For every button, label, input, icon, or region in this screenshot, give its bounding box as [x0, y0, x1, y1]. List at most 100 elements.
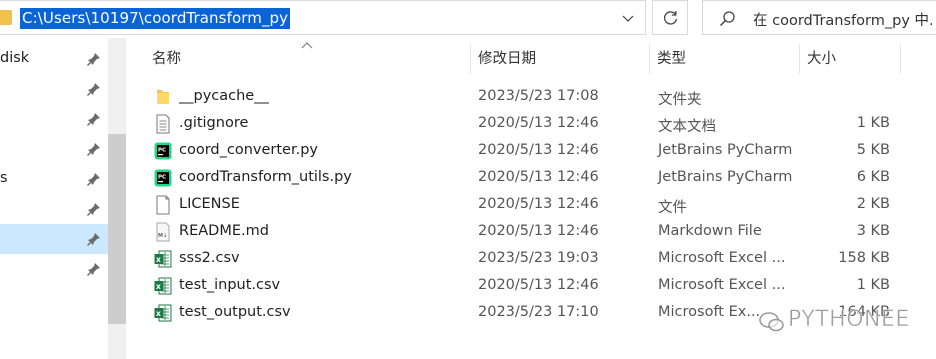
chevron-down-icon[interactable]	[621, 11, 635, 25]
file-name: __pycache__	[179, 88, 269, 104]
file-size: 158 KB	[838, 250, 890, 266]
nav-scrollbar[interactable]	[108, 38, 126, 359]
svg-text:M↓: M↓	[158, 233, 167, 239]
file-row[interactable]: x sss2.csv 2023/5/23 19:03 Microsoft Exc…	[126, 246, 936, 273]
address-bar[interactable]: C:\Users\10197\coordTransform_py	[0, 0, 646, 35]
file-name: coordTransform_utils.py	[179, 169, 352, 185]
file-name: coord_converter.py	[179, 142, 319, 158]
file-name: sss2.csv	[179, 250, 240, 266]
file-size: 1 KB	[856, 115, 890, 131]
svg-text:x: x	[156, 309, 161, 318]
file-type: Microsoft Excel ...	[658, 250, 786, 266]
nav-item[interactable]	[0, 254, 108, 284]
column-name[interactable]: 名称	[152, 38, 470, 80]
nav-item[interactable]: s	[0, 164, 108, 194]
pin-icon[interactable]	[86, 141, 102, 157]
file-row[interactable]: __pycache__ 2023/5/23 17:08 文件夹	[126, 84, 936, 111]
folder-icon	[157, 90, 169, 104]
column-divider[interactable]	[900, 44, 901, 74]
file-row[interactable]: .gitignore 2020/5/13 12:46 文本文档 1 KB	[126, 111, 936, 138]
excel-file-icon: x	[154, 304, 172, 322]
file-date: 2023/5/23 17:08	[478, 88, 599, 104]
file-row[interactable]: PC coordTransform_utils.py 2020/5/13 12:…	[126, 165, 936, 192]
column-size-label: 大小	[807, 51, 836, 67]
file-size: 5 KB	[856, 142, 890, 158]
excel-file-icon: x	[154, 250, 172, 268]
column-divider[interactable]	[470, 44, 471, 74]
pin-icon[interactable]	[86, 171, 102, 187]
top-bar: C:\Users\10197\coordTransform_py 在 coord…	[0, 0, 936, 38]
file-type: 文件	[658, 200, 687, 216]
pin-icon[interactable]	[86, 51, 102, 67]
pin-icon[interactable]	[86, 261, 102, 277]
file-type: Microsoft Excel ...	[658, 277, 786, 293]
file-size: 2 KB	[856, 196, 890, 212]
file-date: 2023/5/23 17:10	[478, 304, 599, 320]
file-type: Microsoft Ex...	[658, 304, 761, 320]
pycharm-file-icon: PC	[154, 142, 172, 160]
search-placeholder[interactable]: 在 coordTransform_py 中.	[753, 9, 934, 30]
svg-text:x: x	[156, 282, 161, 291]
file-date: 2020/5/13 12:46	[478, 277, 599, 293]
svg-text:PC: PC	[158, 148, 166, 154]
nav-item[interactable]	[0, 194, 108, 224]
scrollbar-thumb[interactable]	[108, 134, 126, 324]
file-size: 6 KB	[856, 169, 890, 185]
file-date: 2020/5/13 12:46	[478, 196, 599, 212]
column-divider[interactable]	[799, 44, 800, 74]
file-date: 2020/5/13 12:46	[478, 169, 599, 185]
column-date-label: 修改日期	[478, 51, 536, 67]
wechat-icon	[759, 312, 784, 332]
watermark-text: PYTHONEE	[788, 307, 910, 333]
file-row[interactable]: M↓ README.md 2020/5/13 12:46 Markdown Fi…	[126, 219, 936, 246]
pin-icon[interactable]	[86, 81, 102, 97]
column-type-label: 类型	[657, 51, 686, 67]
file-name: test_input.csv	[179, 277, 281, 293]
column-divider[interactable]	[649, 44, 650, 74]
nav-item-label: disk	[0, 50, 30, 66]
column-header: 名称 修改日期 类型 大小	[126, 38, 936, 80]
column-name-label: 名称	[152, 51, 181, 67]
file-date: 2020/5/13 12:46	[478, 223, 599, 239]
file-type: JetBrains PyCharm	[658, 169, 793, 185]
navigation-pane: disk s	[0, 38, 126, 359]
file-row[interactable]: LICENSE 2020/5/13 12:46 文件 2 KB	[126, 192, 936, 219]
file-size: 3 KB	[856, 223, 890, 239]
file-row[interactable]: x test_input.csv 2020/5/13 12:46 Microso…	[126, 273, 936, 300]
file-name: LICENSE	[179, 196, 240, 212]
nav-item[interactable]	[0, 134, 108, 164]
file-date: 2023/5/23 19:03	[478, 250, 599, 266]
column-date[interactable]: 修改日期	[478, 38, 648, 80]
excel-file-icon: x	[154, 277, 172, 295]
pin-icon[interactable]	[86, 111, 102, 127]
file-type: 文件夹	[658, 92, 702, 108]
search-box[interactable]: 在 coordTransform_py 中.	[702, 0, 936, 35]
refresh-button[interactable]	[652, 0, 688, 35]
folder-icon	[0, 10, 12, 25]
svg-text:PC: PC	[158, 175, 166, 181]
pin-icon[interactable]	[86, 201, 102, 217]
pin-icon[interactable]	[86, 231, 102, 247]
markdown-file-icon: M↓	[156, 222, 170, 242]
file-date: 2020/5/13 12:46	[478, 115, 599, 131]
file-name: .gitignore	[179, 115, 249, 131]
nav-item[interactable]	[0, 104, 108, 134]
svg-text:x: x	[156, 255, 161, 264]
file-date: 2020/5/13 12:46	[478, 142, 599, 158]
nav-item-disk[interactable]: disk	[0, 44, 108, 74]
file-type: JetBrains PyCharm	[658, 142, 793, 158]
column-size[interactable]: 大小	[807, 38, 897, 80]
file-size: 1 KB	[856, 277, 890, 293]
file-row[interactable]: PC coord_converter.py 2020/5/13 12:46 Je…	[126, 138, 936, 165]
nav-item[interactable]	[0, 74, 108, 104]
refresh-icon	[663, 11, 678, 25]
pycharm-file-icon: PC	[154, 169, 172, 187]
file-name: README.md	[179, 223, 269, 239]
file-type: 文本文档	[658, 119, 716, 135]
nav-item-label: s	[0, 170, 8, 186]
file-name: test_output.csv	[179, 304, 291, 320]
column-type[interactable]: 类型	[657, 38, 797, 80]
file-type: Markdown File	[658, 223, 762, 239]
address-path[interactable]: C:\Users\10197\coordTransform_py	[20, 8, 291, 29]
nav-item-selected[interactable]	[0, 224, 108, 254]
